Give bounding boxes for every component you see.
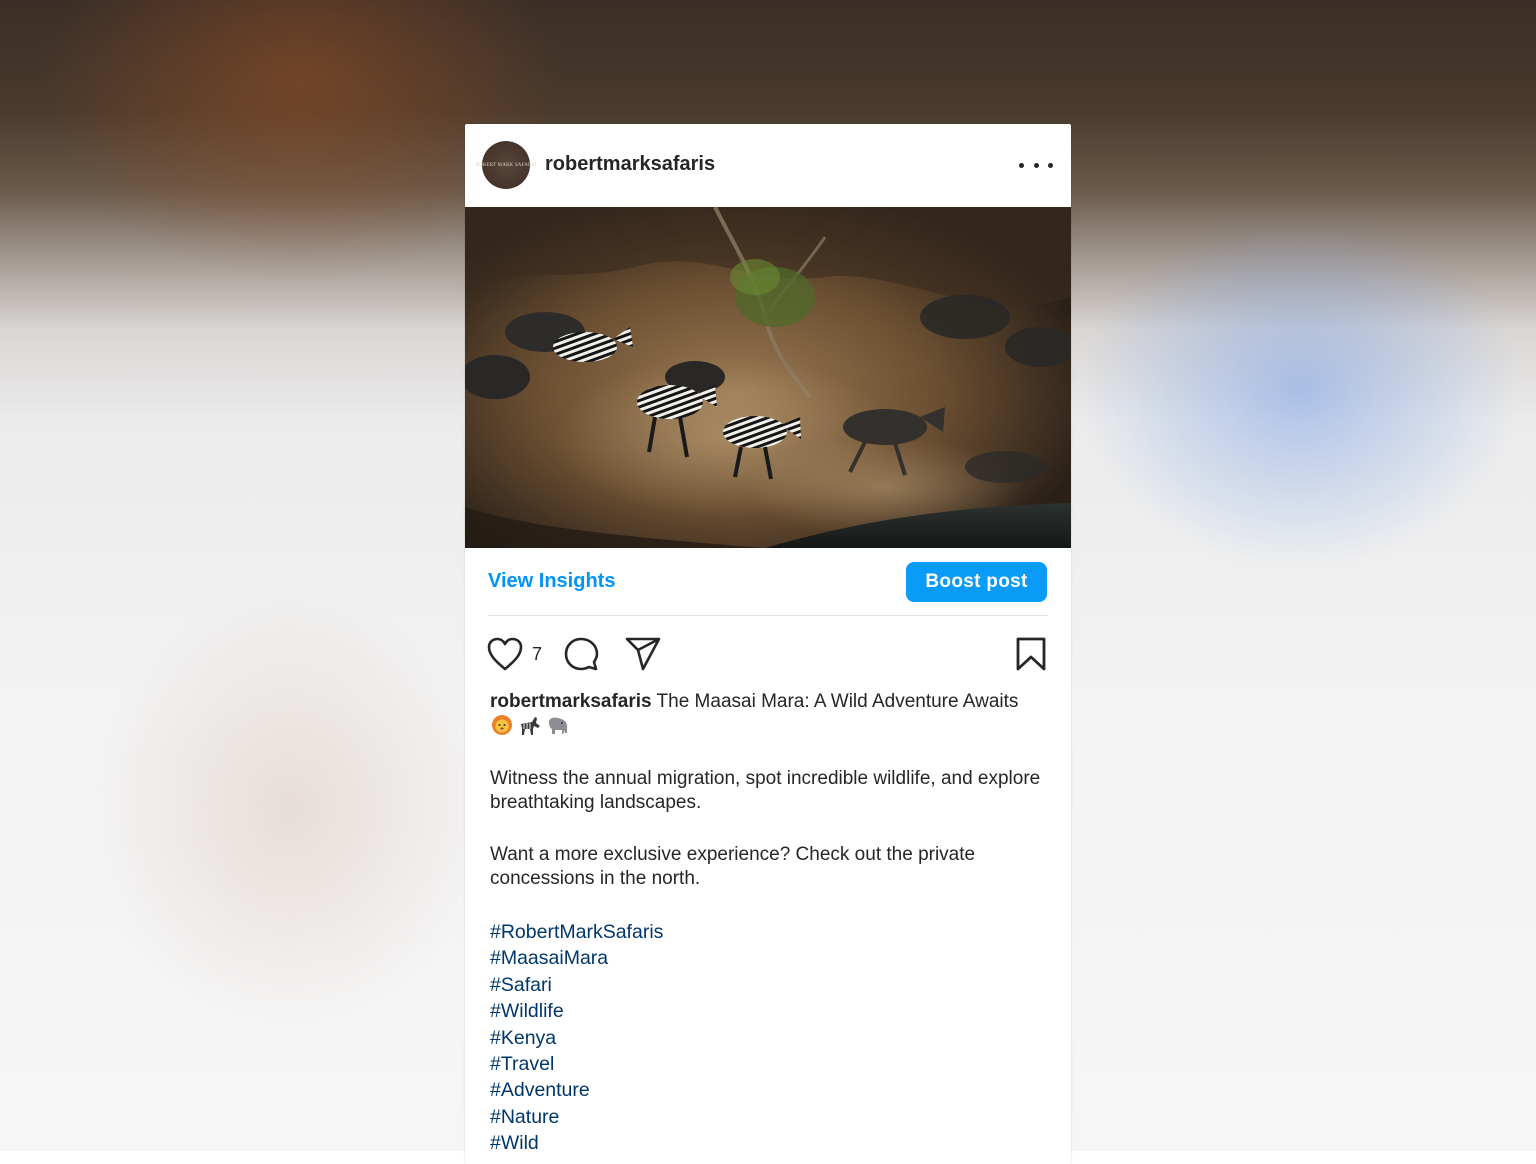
- post-actions-bar: 7: [465, 632, 1071, 676]
- caption-headline: robertmarksafaris The Maasai Mara: A Wil…: [490, 690, 1050, 739]
- view-insights-link[interactable]: View Insights: [488, 570, 615, 593]
- caption-author[interactable]: robertmarksafaris: [490, 691, 652, 712]
- post-header: ROBERT MARK SAFARIS robertmarksafaris: [465, 124, 1071, 206]
- hashtag-link[interactable]: #RobertMarkSafaris: [490, 919, 1050, 945]
- avatar[interactable]: ROBERT MARK SAFARIS: [476, 141, 536, 189]
- caption-headline-text: The Maasai Mara: A Wild Adventure Awaits: [656, 691, 1019, 712]
- hashtag-link[interactable]: #MaasaiMara: [490, 945, 1050, 971]
- instagram-post-card: ROBERT MARK SAFARIS robertmarksafaris Vi…: [465, 124, 1071, 1164]
- caption-paragraph-2: Want a more exclusive experience? Check …: [490, 844, 976, 889]
- hashtag-link[interactable]: #Nature: [490, 1104, 1050, 1130]
- hashtag-list: #RobertMarkSafaris #MaasaiMara #Safari #…: [490, 919, 1050, 1157]
- hashtag-link[interactable]: #Travel: [490, 1051, 1050, 1077]
- like-count[interactable]: 7: [532, 644, 542, 665]
- bookmark-icon[interactable]: [1014, 636, 1048, 672]
- post-image[interactable]: [465, 207, 1071, 548]
- hashtag-link[interactable]: #Wildlife: [490, 998, 1050, 1024]
- avatar-logo-text: ROBERT MARK SAFARIS: [475, 162, 537, 168]
- divider: [488, 615, 1048, 616]
- post-caption: robertmarksafaris The Maasai Mara: A Wil…: [490, 690, 1050, 1157]
- hashtag-link[interactable]: #Wild: [490, 1130, 1050, 1156]
- comment-icon[interactable]: [563, 636, 599, 672]
- hashtag-link[interactable]: #Kenya: [490, 1025, 1050, 1051]
- hashtag-link[interactable]: #Adventure: [490, 1077, 1050, 1103]
- heart-icon[interactable]: [486, 636, 524, 672]
- boost-post-button[interactable]: Boost post: [906, 562, 1047, 602]
- more-options-icon[interactable]: [1019, 155, 1053, 175]
- lion-emoji: [492, 715, 512, 735]
- send-icon[interactable]: [624, 636, 662, 672]
- insights-row: View Insights Boost post: [465, 548, 1071, 616]
- post-username[interactable]: robertmarksafaris: [545, 153, 715, 176]
- zebra-emoji: [521, 717, 540, 735]
- caption-paragraph-1: Witness the annual migration, spot incre…: [490, 768, 1041, 813]
- hashtag-link[interactable]: #Safari: [490, 972, 1050, 998]
- elephant-emoji: [549, 717, 567, 734]
